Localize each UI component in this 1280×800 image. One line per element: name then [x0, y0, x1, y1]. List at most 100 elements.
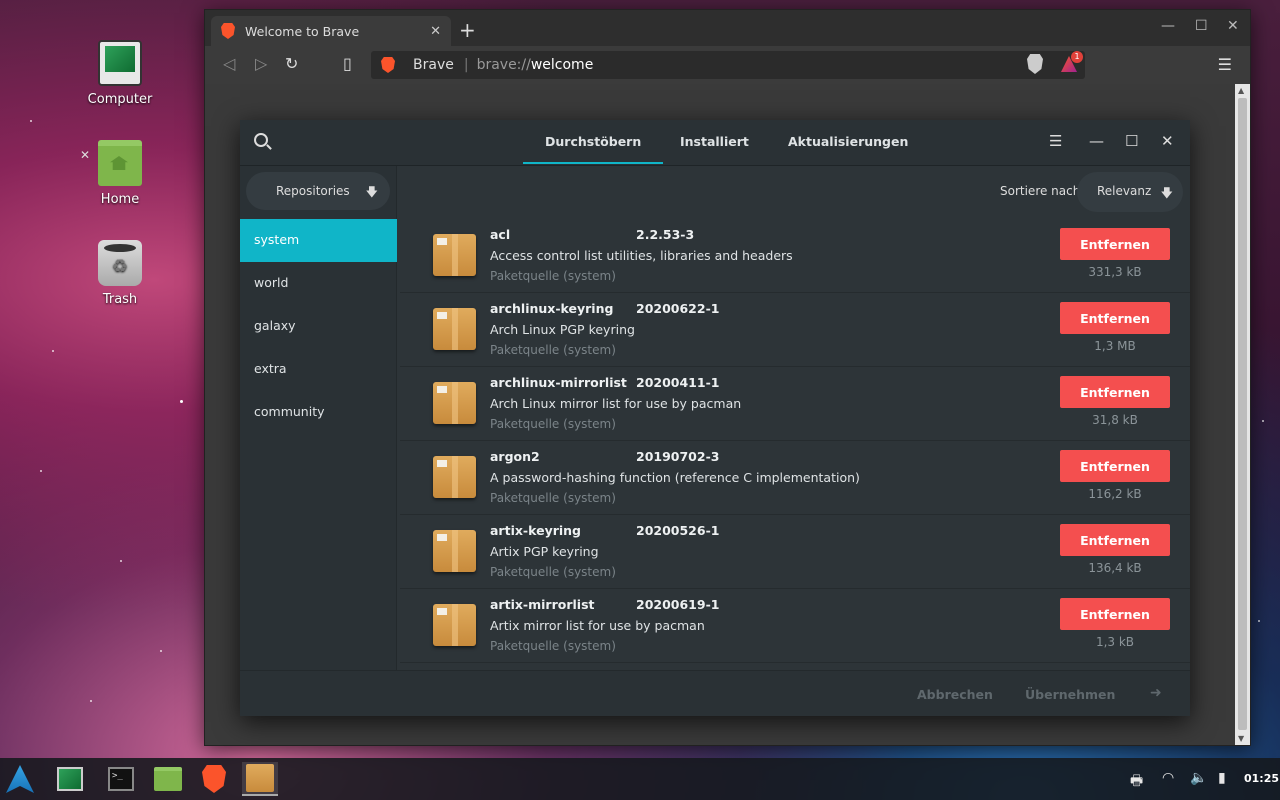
desktop-icon-trash[interactable]: Trash	[80, 240, 160, 307]
tab-installed[interactable]: Installiert	[680, 134, 749, 149]
desktop-icon-home[interactable]: Home	[80, 140, 160, 207]
terminal-icon: >_	[108, 767, 134, 791]
package-version: 20190702-3	[636, 449, 720, 464]
arrow-down-icon: 🡇	[1160, 186, 1173, 200]
package-description: Artix PGP keyring	[490, 544, 599, 559]
minimize-icon[interactable]: —	[1089, 132, 1104, 150]
cancel-button[interactable]: Abbrechen	[917, 687, 993, 702]
forward-icon[interactable]: ▷	[255, 54, 267, 73]
package-row[interactable]: artix-keyring 20200526-1 Artix PGP keyri…	[400, 515, 1190, 589]
pm-header: Durchstöbern Installiert Aktualisierunge…	[240, 120, 1190, 166]
package-row[interactable]: archlinux-mirrorlist 20200411-1 Arch Lin…	[400, 367, 1190, 441]
battery-icon[interactable]: ▮	[1218, 770, 1226, 786]
package-description: Arch Linux PGP keyring	[490, 322, 635, 337]
start-menu-button[interactable]	[2, 762, 38, 796]
brave-icon	[202, 765, 226, 793]
package-source: Paketquelle (system)	[490, 417, 616, 431]
remove-button[interactable]: Entfernen	[1060, 376, 1170, 408]
browser-toolbar: ◁ ▷ ↻ ▯ Brave | brave:// welcome 1 ☰	[205, 46, 1250, 84]
address-bar[interactable]: Brave | brave:// welcome	[371, 51, 1085, 79]
brave-site-icon	[381, 57, 395, 73]
package-size: 1,3 MB	[1094, 339, 1136, 353]
scrollbar-thumb[interactable]	[1238, 98, 1247, 730]
maximize-icon[interactable]: ☐	[1125, 132, 1138, 150]
package-description: A password-hashing function (reference C…	[490, 470, 860, 485]
sidebar-item-world[interactable]: world	[240, 262, 397, 305]
remove-button[interactable]: Entfernen	[1060, 598, 1170, 630]
computer-icon	[98, 40, 142, 86]
menu-icon[interactable]: ☰	[1218, 55, 1232, 74]
reload-icon[interactable]: ↻	[285, 54, 298, 73]
url-scheme: brave://	[476, 57, 531, 73]
back-icon[interactable]: ◁	[223, 54, 235, 73]
package-row[interactable]: artix-mirrorlist 20200619-1 Artix mirror…	[400, 589, 1190, 663]
arrow-right-icon[interactable]: ➜	[1150, 685, 1162, 701]
package-icon	[246, 764, 274, 792]
package-row[interactable]: acl 2.2.53-3 Access control list utiliti…	[400, 219, 1190, 293]
maximize-icon[interactable]: ☐	[1195, 18, 1208, 34]
new-tab-icon[interactable]: +	[459, 18, 476, 42]
browser-tab[interactable]: Welcome to Brave ✕	[211, 16, 451, 46]
repositories-dropdown-label: Repositories	[276, 184, 350, 198]
scroll-up-icon[interactable]: ▲	[1238, 86, 1244, 95]
minimize-icon[interactable]: —	[1161, 18, 1175, 34]
volume-icon[interactable]: 🔈	[1190, 770, 1207, 786]
desktop-icon-computer[interactable]: Computer	[80, 40, 160, 107]
package-row[interactable]: archlinux-keyring 20200622-1 Arch Linux …	[400, 293, 1190, 367]
close-window-icon[interactable]: ✕	[1227, 18, 1239, 34]
package-list-area: Sortiere nach Relevanz 🡇 acl 2.2.53-3 Ac…	[398, 166, 1190, 670]
package-size: 116,2 kB	[1088, 487, 1142, 501]
repositories-dropdown[interactable]: Repositories 🡇	[246, 172, 390, 210]
remove-button[interactable]: Entfernen	[1060, 524, 1170, 556]
package-icon	[433, 530, 476, 572]
remove-button[interactable]: Entfernen	[1060, 450, 1170, 482]
trash-icon	[98, 240, 142, 286]
close-icon[interactable]: ✕	[1161, 132, 1174, 150]
taskbar-terminal[interactable]: >_	[103, 762, 139, 796]
taskbar: >_ 🖶 ◠ 🔈 ▮ 01:25	[0, 758, 1280, 800]
scroll-down-icon[interactable]: ▼	[1238, 734, 1244, 743]
sidebar-item-system[interactable]: system	[240, 219, 397, 262]
package-size: 31,8 kB	[1092, 413, 1138, 427]
taskbar-files[interactable]	[150, 762, 186, 796]
taskbar-computer[interactable]	[52, 762, 88, 796]
package-size: 136,4 kB	[1088, 561, 1142, 575]
remove-button[interactable]: Entfernen	[1060, 302, 1170, 334]
taskbar-package-manager[interactable]	[242, 762, 278, 796]
search-icon[interactable]	[254, 133, 268, 147]
pm-footer: Abbrechen Übernehmen ➜	[240, 670, 1190, 716]
rewards-badge: 1	[1071, 51, 1083, 63]
package-row[interactable]: argon2 20190702-3 A password-hashing fun…	[400, 441, 1190, 515]
sidebar-item-community[interactable]: community	[240, 391, 397, 434]
package-icon	[433, 456, 476, 498]
tab-browse[interactable]: Durchstöbern	[522, 134, 664, 164]
sidebar-item-galaxy[interactable]: galaxy	[240, 305, 397, 348]
package-source: Paketquelle (system)	[490, 343, 616, 357]
clock[interactable]: 01:25	[1244, 772, 1279, 785]
bookmark-icon[interactable]: ▯	[343, 54, 352, 73]
sort-dropdown[interactable]: Relevanz 🡇	[1077, 172, 1183, 212]
sort-value: Relevanz	[1097, 184, 1152, 198]
package-name: archlinux-keyring	[490, 301, 614, 316]
package-size: 1,3 kB	[1095, 635, 1135, 649]
package-description: Arch Linux mirror list for use by pacman	[490, 396, 742, 411]
remove-button[interactable]: Entfernen	[1060, 228, 1170, 260]
package-manager-window: Durchstöbern Installiert Aktualisierunge…	[240, 120, 1190, 716]
package-version: 20200622-1	[636, 301, 720, 316]
desktop-icon-label: Home	[100, 192, 140, 207]
desktop-icon-label: Computer	[87, 92, 153, 107]
apply-button[interactable]: Übernehmen	[1025, 687, 1115, 702]
printer-icon[interactable]: 🖶	[1130, 770, 1143, 794]
taskbar-brave[interactable]	[196, 762, 232, 796]
package-description: Access control list utilities, libraries…	[490, 248, 793, 263]
package-source: Paketquelle (system)	[490, 639, 616, 653]
vertical-scrollbar[interactable]: ▲ ▼	[1235, 84, 1250, 745]
sidebar-item-extra[interactable]: extra	[240, 348, 397, 391]
tab-updates[interactable]: Aktualisierungen	[788, 134, 908, 149]
close-tab-icon[interactable]: ✕	[430, 24, 441, 39]
package-description: Artix mirror list for use by pacman	[490, 618, 705, 633]
brave-icon	[221, 23, 235, 39]
package-version: 20200619-1	[636, 597, 720, 612]
menu-icon[interactable]: ☰	[1049, 132, 1062, 150]
wifi-icon[interactable]: ◠	[1162, 770, 1174, 786]
